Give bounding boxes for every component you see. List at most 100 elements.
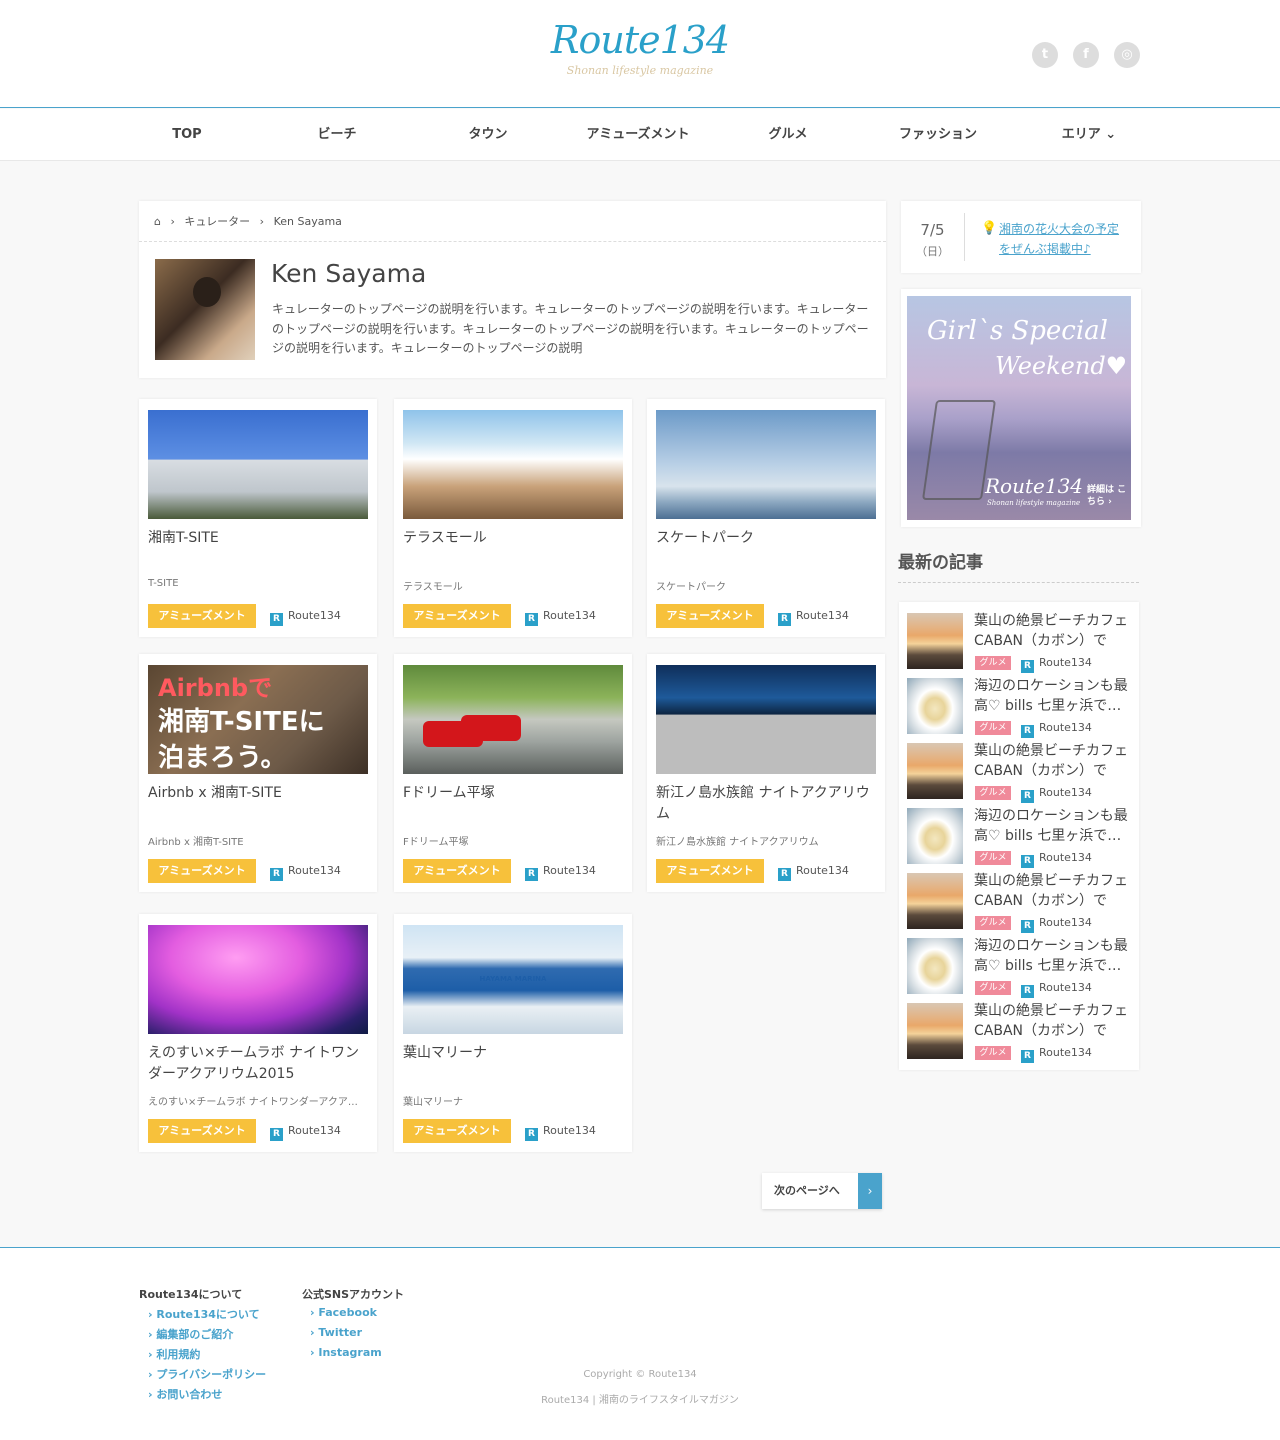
image-text: HAYAMA MARINA bbox=[479, 975, 547, 983]
banner-logo: Route134 bbox=[985, 474, 1084, 498]
category-tag[interactable]: グルメ bbox=[975, 786, 1011, 800]
category-tag[interactable]: グルメ bbox=[975, 721, 1011, 735]
category-tag[interactable]: グルメ bbox=[975, 851, 1011, 865]
article-source: R Route134 bbox=[1021, 786, 1092, 803]
banner-subtitle: Weekend♥ bbox=[995, 352, 1128, 380]
logo-tagline: Shonan lifestyle magazine bbox=[566, 64, 714, 77]
source-label: Route134 bbox=[1039, 981, 1092, 994]
card-source: R Route134 bbox=[270, 1124, 341, 1141]
article-title: 葉山の絶景ビーチカフェ CABAN（カボン）でリ… bbox=[974, 613, 1128, 649]
nav-item-beach[interactable]: ビーチ bbox=[262, 109, 412, 161]
category-tag[interactable]: アミューズメント bbox=[148, 1119, 256, 1143]
category-tag[interactable]: アミューズメント bbox=[148, 604, 256, 628]
source-label: Route134 bbox=[288, 864, 341, 877]
list-item[interactable]: 海辺のロケーションも最高♡ bills 七里ヶ浜で… グルメ R Route134 bbox=[907, 938, 1132, 998]
article-card[interactable]: えのすい×チームラボ ナイトワンダーアクアリウム2015 えのすい×チームラボ … bbox=[139, 914, 377, 1152]
card-title: 新江ノ島水族館 ナイトアクアリウム bbox=[656, 785, 870, 822]
list-item[interactable]: 葉山の絶景ビーチカフェ CABAN（カボン）でリ… グルメ R Route134 bbox=[907, 873, 1132, 933]
article-thumbnail bbox=[907, 873, 963, 929]
nav-item-area[interactable]: エリア ⌄ bbox=[1014, 109, 1164, 161]
category-tag[interactable]: アミューズメント bbox=[656, 604, 764, 628]
article-card[interactable]: Airbnbで 湘南T-SITEに 泊まろう。 Airbnb x 湘南T-SIT… bbox=[139, 654, 377, 892]
category-tag[interactable]: アミューズメント bbox=[148, 859, 256, 883]
banner-logo-tagline: Shonan lifestyle magazine bbox=[987, 499, 1081, 507]
article-title: 葉山の絶景ビーチカフェ CABAN（カボン）でリ… bbox=[974, 873, 1128, 909]
instagram-icon[interactable]: ◎ bbox=[1114, 42, 1140, 68]
footer-link-editors[interactable]: › 編集部のご紹介 bbox=[148, 1326, 233, 1342]
chevron-right-icon: › bbox=[858, 1173, 882, 1209]
article-source: R Route134 bbox=[1021, 656, 1092, 673]
article-thumbnail bbox=[907, 743, 963, 799]
card-source: R Route134 bbox=[525, 864, 596, 881]
footer-link-facebook[interactable]: › Facebook bbox=[310, 1306, 377, 1319]
article-thumbnail bbox=[907, 938, 963, 994]
nav-item-gourmet[interactable]: グルメ bbox=[713, 109, 863, 161]
card-title: 湘南T-SITE bbox=[148, 530, 219, 546]
article-card[interactable]: 湘南T-SITE T-SITE アミューズメント R Route134 bbox=[139, 399, 377, 637]
list-item[interactable]: 海辺のロケーションも最高♡ bills 七里ヶ浜で… グルメ R Route134 bbox=[907, 808, 1132, 868]
category-tag[interactable]: アミューズメント bbox=[403, 604, 511, 628]
breadcrumb-curator[interactable]: キュレーター bbox=[184, 215, 250, 228]
article-card[interactable]: 新江ノ島水族館 ナイトアクアリウム 新江ノ島水族館 ナイトアクアリウム アミュー… bbox=[647, 654, 885, 892]
card-image bbox=[656, 410, 876, 519]
list-item[interactable]: 海辺のロケーションも最高♡ bills 七里ヶ浜で… グルメ R Route134 bbox=[907, 678, 1132, 738]
source-label: Route134 bbox=[543, 864, 596, 877]
article-title: 葉山の絶景ビーチカフェ CABAN（カボン）でリ… bbox=[974, 1003, 1128, 1039]
site-logo[interactable]: Route134 Shonan lifestyle magazine bbox=[540, 18, 740, 77]
article-card[interactable]: HAYAMA MARINA 葉山マリーナ 葉山マリーナ アミューズメント R Ro… bbox=[394, 914, 632, 1152]
main-nav: TOP ビーチ タウン アミューズメント グルメ ファッション エリア ⌄ bbox=[0, 109, 1280, 161]
profile-description: キュレーターのトップページの説明を行います。キュレーターのトップページの説明を行… bbox=[272, 302, 869, 355]
list-item[interactable]: 葉山の絶景ビーチカフェ CABAN（カボン）でリ… グルメ R Route134 bbox=[907, 1003, 1132, 1063]
nav-item-top[interactable]: TOP bbox=[112, 109, 262, 161]
category-tag[interactable]: グルメ bbox=[975, 916, 1011, 930]
category-tag[interactable]: アミューズメント bbox=[403, 1119, 511, 1143]
image-text: Airbnbで bbox=[158, 674, 273, 702]
facebook-icon[interactable]: f bbox=[1073, 42, 1099, 68]
article-card[interactable]: テラスモール テラスモール アミューズメント R Route134 bbox=[394, 399, 632, 637]
home-icon[interactable]: ⌂ bbox=[154, 215, 161, 228]
card-source: R Route134 bbox=[778, 864, 849, 881]
article-title: 海辺のロケーションも最高♡ bills 七里ヶ浜で… bbox=[974, 938, 1128, 974]
source-label: Route134 bbox=[796, 864, 849, 877]
source-label: Route134 bbox=[1039, 1046, 1092, 1059]
category-tag[interactable]: アミューズメント bbox=[403, 859, 511, 883]
card-subtitle: テラスモール bbox=[403, 582, 463, 593]
event-link[interactable]: 湘南の花火大会の予定をぜんぶ掲載中♪ bbox=[999, 219, 1129, 259]
footer-link-about[interactable]: › Route134について bbox=[148, 1306, 260, 1322]
twitter-icon[interactable]: t bbox=[1032, 42, 1058, 68]
nav-item-town[interactable]: タウン bbox=[413, 109, 563, 161]
article-card[interactable]: Fドリーム平塚 Fドリーム平塚 アミューズメント R Route134 bbox=[394, 654, 632, 892]
article-thumbnail bbox=[907, 678, 963, 734]
source-label: Route134 bbox=[1039, 786, 1092, 799]
next-page-button[interactable]: 次のページへ › bbox=[762, 1173, 882, 1209]
latest-articles-heading: 最新の記事 bbox=[898, 553, 983, 573]
article-source: R Route134 bbox=[1021, 721, 1092, 738]
promo-banner[interactable]: Girl`s Special Weekend♥ Route134 Shonan … bbox=[901, 289, 1141, 527]
footer-link-twitter[interactable]: › Twitter bbox=[310, 1326, 362, 1339]
card-source: R Route134 bbox=[270, 609, 341, 626]
footer-about-heading: Route134について bbox=[139, 1288, 243, 1301]
site-footer: Route134について › Route134について › 編集部のご紹介 › … bbox=[0, 1247, 1280, 1440]
category-tag[interactable]: グルメ bbox=[975, 981, 1011, 995]
article-card[interactable]: スケートパーク スケートパーク アミューズメント R Route134 bbox=[647, 399, 885, 637]
list-item[interactable]: 葉山の絶景ビーチカフェ CABAN（カボン）でリ… グルメ R Route134 bbox=[907, 743, 1132, 803]
card-subtitle: スケートパーク bbox=[656, 582, 726, 593]
card-source: R Route134 bbox=[778, 609, 849, 626]
category-tag[interactable]: アミューズメント bbox=[656, 859, 764, 883]
category-tag[interactable]: グルメ bbox=[975, 656, 1011, 670]
nav-item-amusement[interactable]: アミューズメント bbox=[563, 109, 713, 161]
avatar bbox=[155, 259, 255, 360]
footer-tagline: Route134 | 湘南のライフスタイルマガジン bbox=[541, 1395, 739, 1406]
footer-link-terms[interactable]: › 利用規約 bbox=[148, 1346, 200, 1362]
banner-title: Girl`s Special bbox=[927, 316, 1108, 346]
card-source: R Route134 bbox=[525, 609, 596, 626]
route134-icon: R bbox=[270, 613, 283, 626]
list-item[interactable]: 葉山の絶景ビーチカフェ CABAN（カボン）でリ… グルメ R Route134 bbox=[907, 613, 1132, 673]
card-title: えのすい×チームラボ ナイトワンダーアクアリウム2015 bbox=[148, 1045, 360, 1082]
nav-item-fashion[interactable]: ファッション bbox=[863, 109, 1013, 161]
profile-name: Ken Sayama bbox=[271, 259, 427, 288]
footer-link-instagram[interactable]: › Instagram bbox=[310, 1346, 382, 1359]
card-image bbox=[656, 665, 876, 774]
category-tag[interactable]: グルメ bbox=[975, 1046, 1011, 1060]
article-source: R Route134 bbox=[1021, 1046, 1092, 1063]
